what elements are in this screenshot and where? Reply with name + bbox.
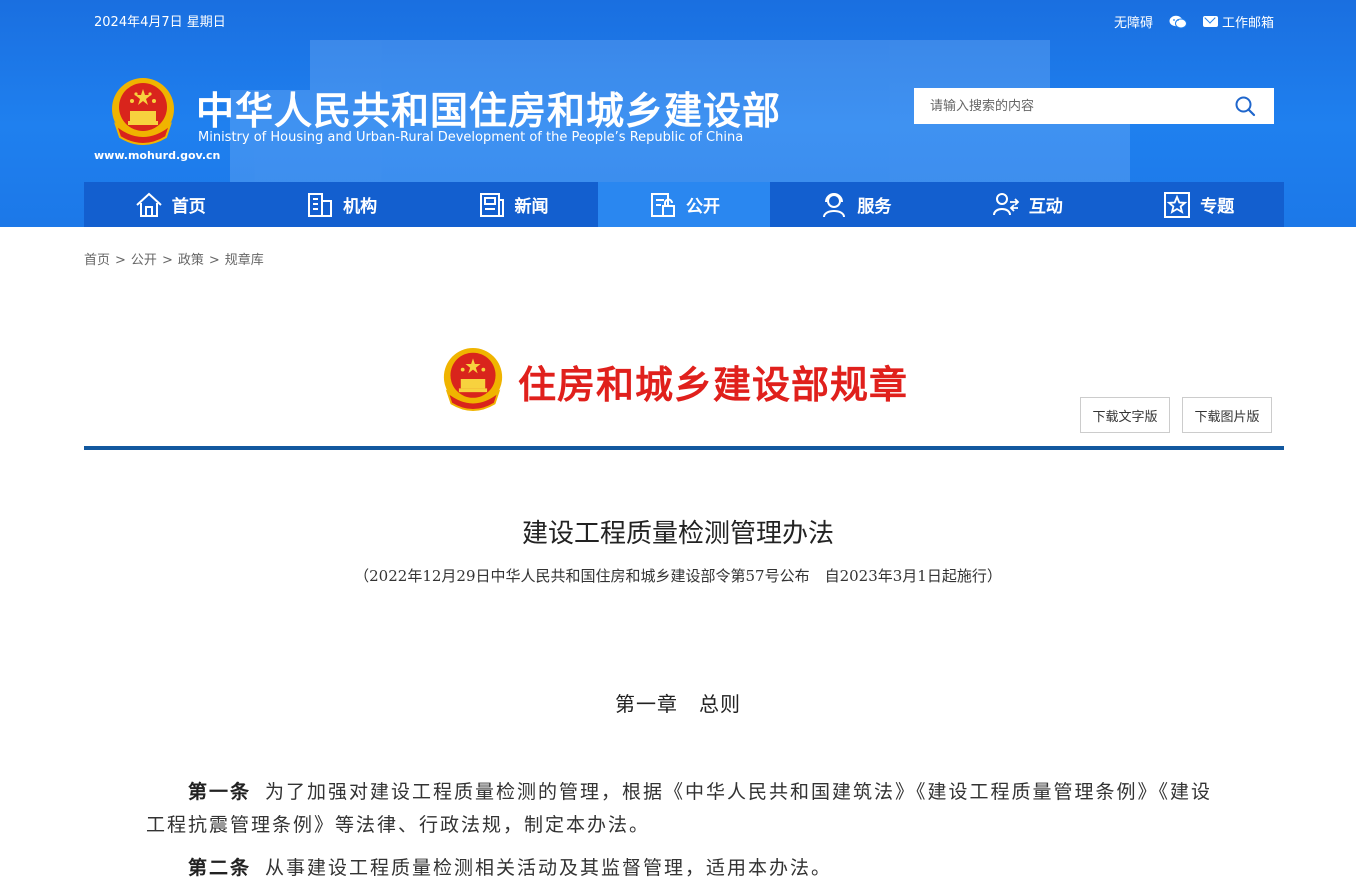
breadcrumb-policy[interactable]: 政策: [178, 253, 204, 268]
search-box: [914, 88, 1274, 124]
topbar-links: 无障碍 工作邮箱: [1114, 12, 1274, 31]
work-mail-link[interactable]: 工作邮箱: [1202, 12, 1274, 31]
breadcrumb-disclosure[interactable]: 公开: [131, 253, 157, 268]
nav-item-label: 公开: [685, 197, 720, 217]
topic-star-icon: [1164, 191, 1191, 218]
nav-item-label: 互动: [1028, 197, 1063, 217]
breadcrumb-home[interactable]: 首页: [84, 253, 110, 268]
article-paragraph: 第一条 为了加强对建设工程质量检测的管理，根据《中华人民共和国建筑法》《建设工程质…: [146, 776, 1226, 842]
work-mail-label: 工作邮箱: [1221, 16, 1274, 31]
nav-item-interaction[interactable]: 互动: [941, 182, 1112, 227]
banner-divider: [84, 446, 1284, 450]
building-icon: [308, 192, 333, 217]
search-icon[interactable]: [1234, 95, 1256, 117]
article-text: 为了加强对建设工程质量检测的管理，根据《中华人民共和国建筑法》《建设工程质量管理…: [146, 781, 1213, 836]
nav-item-service[interactable]: 服务: [770, 182, 941, 227]
accessibility-link[interactable]: 无障碍: [1114, 12, 1153, 31]
main-nav: 首页 机构 新闻 公开 服务 互动 专题: [84, 182, 1284, 227]
national-emblem-icon[interactable]: [110, 77, 176, 145]
disclosure-icon: [650, 192, 675, 217]
article-text: 从事建设工程质量检测相关活动及其监督管理，适用本办法。: [265, 857, 833, 879]
home-icon: [136, 192, 162, 217]
site-url: www.mohurd.gov.cn: [94, 149, 221, 162]
nav-item-label: 机构: [343, 197, 378, 217]
nav-item-label: 服务: [857, 197, 892, 217]
article-number: 第二条: [188, 857, 252, 879]
nav-item-home[interactable]: 首页: [84, 182, 255, 227]
service-icon: [823, 192, 846, 217]
regulation-banner-title: 住房和城乡建设部规章: [518, 362, 909, 407]
nav-item-label: 首页: [171, 197, 206, 217]
nav-item-news[interactable]: 新闻: [427, 182, 598, 227]
article-number: 第一条: [188, 781, 252, 803]
site-title[interactable]: 中华人民共和国住房和城乡建设部: [196, 80, 781, 135]
breadcrumb: 首页 > 公开 > 政策 > 规章库: [84, 253, 264, 268]
wechat-icon: [1169, 15, 1187, 28]
news-icon: [479, 192, 504, 217]
mail-icon: [1202, 16, 1218, 27]
download-text-button[interactable]: 下载文字版: [1080, 397, 1170, 433]
article-paragraph: 第二条 从事建设工程质量检测相关活动及其监督管理，适用本办法。: [146, 852, 1226, 885]
nav-item-label: 专题: [1200, 197, 1235, 217]
site-subtitle: Ministry of Housing and Urban-Rural Deve…: [198, 130, 744, 145]
nav-item-label: 新闻: [514, 197, 549, 217]
nav-item-disclosure[interactable]: 公开: [598, 182, 770, 227]
breadcrumb-regulations[interactable]: 规章库: [225, 253, 264, 268]
document-meta: （2022年12月29日中华人民共和国住房和城乡建设部令第57号公布 自2023…: [354, 567, 1002, 585]
nav-item-organization[interactable]: 机构: [255, 182, 426, 227]
wechat-link[interactable]: [1169, 15, 1187, 29]
nav-item-topic[interactable]: 专题: [1113, 182, 1284, 227]
current-date: 2024年4月7日 星期日: [94, 15, 226, 30]
national-emblem-icon: [443, 348, 503, 411]
interaction-icon: [992, 192, 1020, 215]
download-image-button[interactable]: 下载图片版: [1182, 397, 1272, 433]
document-title: 建设工程质量检测管理办法: [521, 519, 834, 549]
chapter-heading: 第一章 总则: [615, 692, 741, 716]
search-input[interactable]: [914, 88, 1230, 122]
